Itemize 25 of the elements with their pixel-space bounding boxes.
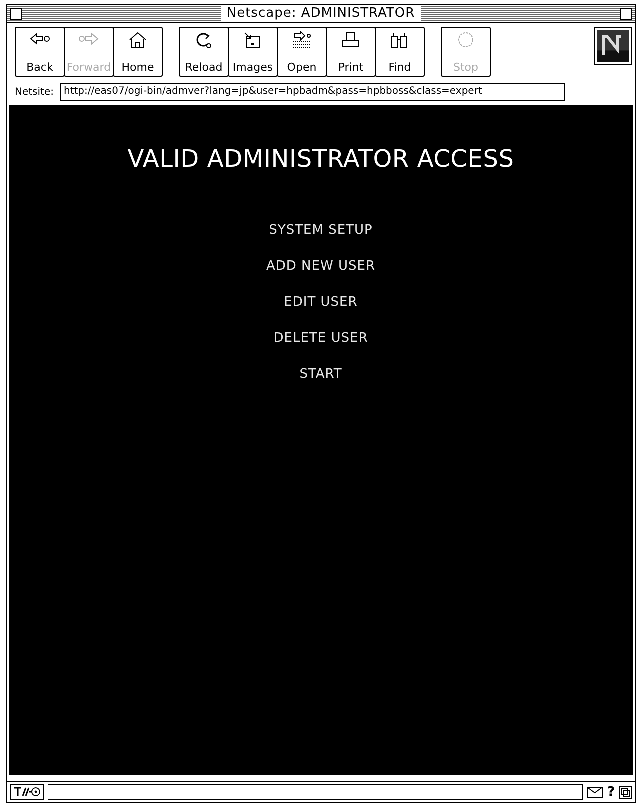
logo-icon[interactable]: [594, 27, 632, 65]
open-icon: [291, 31, 313, 51]
toolbar-button[interactable]: Home: [113, 27, 163, 77]
home-icon: [127, 31, 149, 51]
window-title: Netscape: ADMINISTRATOR: [220, 6, 422, 21]
page-heading: VALID ADMINISTRATOR ACCESS: [128, 145, 514, 173]
help-mark[interactable]: ?: [607, 784, 615, 800]
menu-link[interactable]: EDIT USER: [284, 285, 358, 321]
location-field[interactable]: http://eas07/ogi-bin/admver?lang=jp&user=hpbadm&pass=hpbboss&class=expert: [60, 83, 565, 101]
toolbar-button[interactable]: Print: [326, 27, 376, 77]
zoom-box[interactable]: [620, 8, 632, 20]
toolbar-button[interactable]: Open: [277, 27, 327, 77]
toolbar-button[interactable]: Images: [228, 27, 278, 77]
toolbar-button[interactable]: Reload: [179, 27, 229, 77]
resize-handle-icon[interactable]: [619, 786, 632, 798]
toolbar-button[interactable]: Find: [375, 27, 425, 77]
menu-link[interactable]: DELETE USER: [274, 321, 368, 357]
mail-icon[interactable]: [587, 786, 604, 798]
toolbar-button[interactable]: Back: [15, 27, 65, 77]
menu-link[interactable]: ADD NEW USER: [266, 249, 376, 285]
menu-link[interactable]: SYSTEM SETUP: [269, 213, 373, 249]
menu-link[interactable]: START: [300, 357, 342, 393]
location-label: Netsite:: [15, 86, 54, 98]
close-box[interactable]: [10, 8, 22, 20]
broken-key-icon[interactable]: [13, 786, 41, 798]
